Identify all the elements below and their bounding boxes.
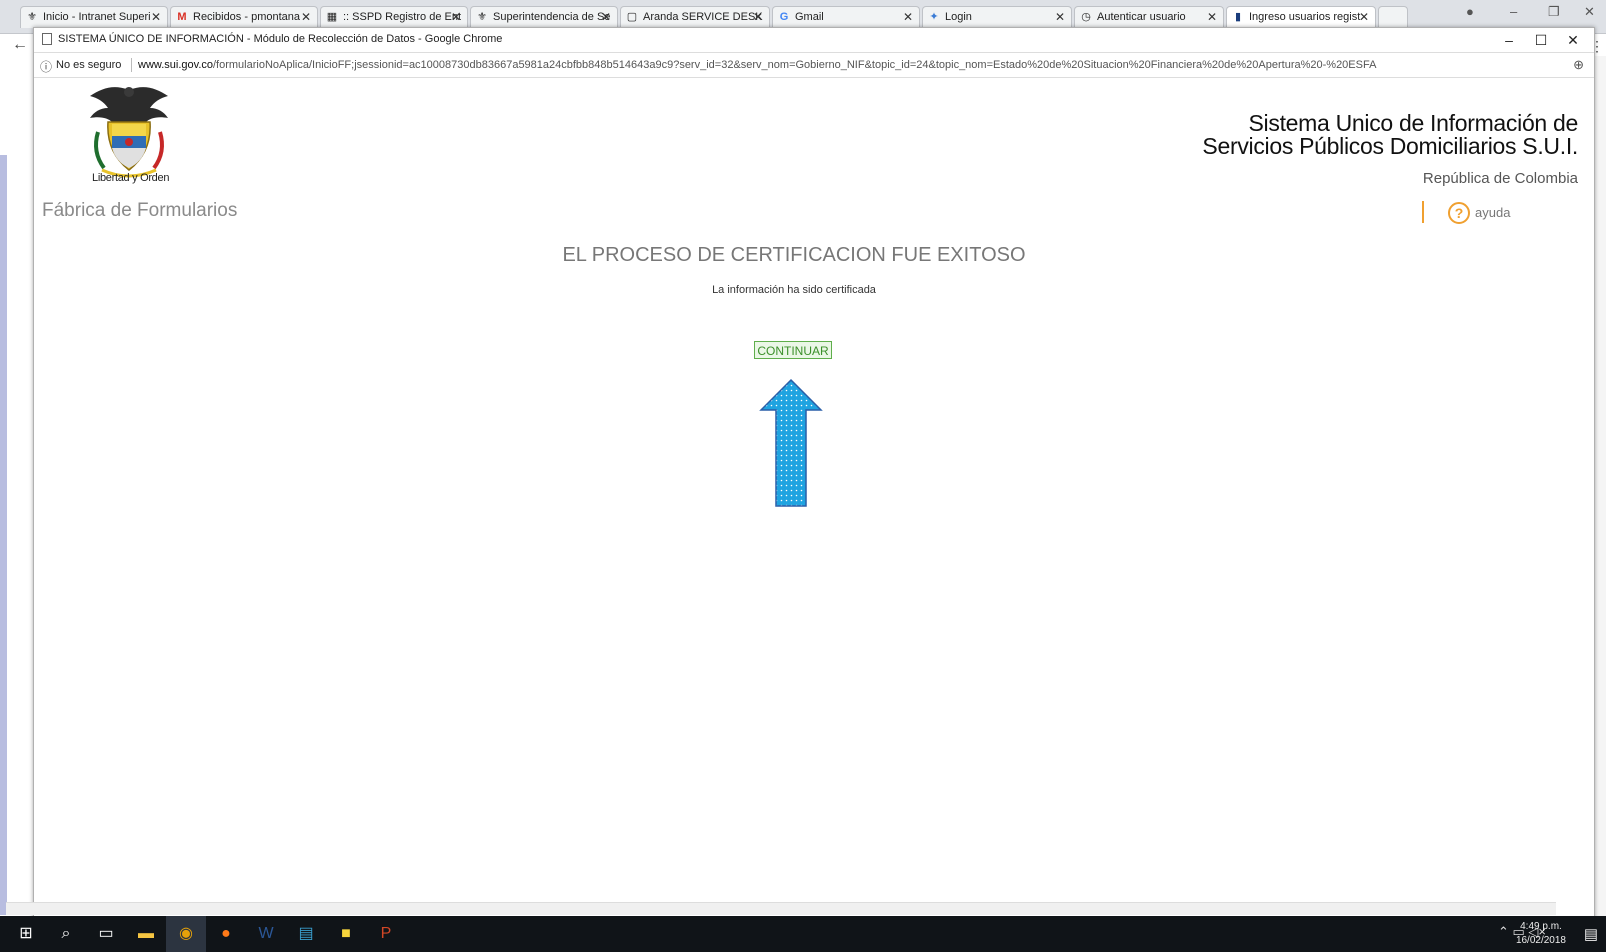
- login-icon: ✦: [929, 11, 939, 23]
- logo-caption: Libertad y Orden: [92, 172, 170, 184]
- clock-time: 4:49 p.m.: [1520, 921, 1562, 932]
- notifications-icon[interactable]: ▤: [1584, 925, 1598, 943]
- maximize-button[interactable]: ☐: [1526, 30, 1556, 50]
- close-icon[interactable]: ✕: [301, 10, 311, 24]
- header-title-line1: Sistema Unico de Información de: [1248, 110, 1579, 136]
- pointer-arrow-icon: [759, 378, 823, 507]
- url-path: /formularioNoAplica/InicioFF;jsessionid=…: [213, 59, 1377, 71]
- tab-aranda[interactable]: ▢ Aranda SERVICE DESK ✕: [620, 6, 770, 28]
- zoom-icon[interactable]: ⊕: [1573, 57, 1584, 73]
- help-link[interactable]: ayuda: [1475, 205, 1510, 220]
- minimize-button[interactable]: –: [1494, 30, 1524, 50]
- coat-of-arms-icon: ⚜: [477, 11, 487, 23]
- windows-start-icon[interactable]: ⊞: [6, 916, 46, 952]
- success-subtitle: La información ha sido certificada: [712, 284, 876, 296]
- clock-date: 16/02/2018: [1515, 935, 1566, 946]
- close-icon[interactable]: ✕: [1055, 10, 1065, 24]
- popup-titlebar: SISTEMA ÚNICO DE INFORMACIÓN - Módulo de…: [34, 28, 1594, 53]
- new-tab-button[interactable]: [1378, 6, 1408, 28]
- close-icon[interactable]: ✕: [1359, 10, 1369, 24]
- continue-button[interactable]: CONTINUAR: [754, 341, 832, 359]
- tab-label: Aranda SERVICE DESK: [643, 11, 763, 23]
- powerpoint-icon[interactable]: P: [366, 916, 406, 952]
- page-icon: ▮: [1234, 11, 1242, 23]
- chrome-icon[interactable]: ◉: [166, 916, 206, 952]
- app-icon[interactable]: ▤: [286, 916, 326, 952]
- sticky-notes-icon[interactable]: ■: [326, 916, 366, 952]
- header-title-line2: Servicios Públicos Domiciliarios S.U.I.: [1202, 133, 1578, 159]
- close-icon[interactable]: ✕: [151, 10, 161, 24]
- tab-superintendencia[interactable]: ⚜ Superintendencia de Se ✕: [470, 6, 618, 28]
- close-button[interactable]: ✕: [1558, 30, 1588, 50]
- close-icon[interactable]: ✕: [753, 10, 763, 24]
- restore-icon[interactable]: ❐: [1548, 4, 1560, 20]
- help-separator: [1422, 201, 1424, 223]
- tab-recibidos[interactable]: M Recibidos - pmontana ✕: [170, 6, 318, 28]
- tab-label: Ingreso usuarios regist: [1249, 11, 1361, 23]
- tab-login[interactable]: ✦ Login ✕: [922, 6, 1072, 28]
- back-arrow-icon[interactable]: ←: [12, 36, 28, 54]
- tab-gmail[interactable]: G Gmail ✕: [772, 6, 920, 28]
- background-page-strip: [0, 155, 7, 915]
- close-icon[interactable]: ✕: [903, 10, 913, 24]
- url-text[interactable]: www.sui.gov.co/formularioNoAplica/Inicio…: [138, 59, 1558, 71]
- tab-label: Inicio - Intranet Superi: [43, 11, 151, 23]
- minimize-icon[interactable]: –: [1510, 4, 1517, 19]
- horizontal-scrollbar[interactable]: [6, 902, 1556, 915]
- taskbar: ⊞ ⌕ ▭ ▬ ◉ ● W ▤ ■ P ⌃ ▭ ◁× 4:49 p.m. 16/…: [0, 916, 1606, 952]
- gmail-icon: M: [177, 11, 187, 23]
- task-view-icon[interactable]: ▭: [86, 916, 126, 952]
- success-title: EL PROCESO DE CERTIFICACION FUE EXITOSO: [562, 244, 1026, 266]
- clock-icon: ◷: [1081, 11, 1091, 23]
- google-icon: G: [779, 11, 789, 23]
- clock[interactable]: 4:49 p.m. 16/02/2018: [1516, 920, 1566, 948]
- page-icon: [42, 33, 52, 45]
- security-label[interactable]: No es seguro: [56, 59, 121, 71]
- page-icon: ▢: [626, 11, 638, 23]
- file-explorer-icon[interactable]: ▬: [126, 916, 166, 952]
- tab-ingreso-usuarios[interactable]: ▮ Ingreso usuarios regist ✕: [1226, 6, 1376, 28]
- grid-icon: ▦: [326, 11, 338, 23]
- tab-sspd[interactable]: ▦ :: SSPD Registro de Ent ✕: [320, 6, 468, 28]
- word-icon[interactable]: W: [246, 916, 286, 952]
- tab-label: Gmail: [795, 11, 824, 23]
- close-icon[interactable]: ✕: [1207, 10, 1217, 24]
- coat-of-arms-icon: ⚜: [27, 11, 37, 23]
- tab-label: Superintendencia de Se: [493, 11, 611, 23]
- address-bar[interactable]: ⓘ No es seguro www.sui.gov.co/formulario…: [34, 53, 1594, 78]
- url-host: www.sui.gov.co: [138, 59, 213, 71]
- firefox-icon[interactable]: ●: [206, 916, 246, 952]
- tab-intranet[interactable]: ⚜ Inicio - Intranet Superi ✕: [20, 6, 168, 28]
- search-icon[interactable]: ⌕: [46, 916, 86, 952]
- help-icon[interactable]: ?: [1448, 202, 1470, 224]
- close-icon[interactable]: ✕: [601, 10, 611, 24]
- site-header: Sistema Unico de Información de Servicio…: [1202, 110, 1579, 188]
- info-icon[interactable]: ⓘ: [40, 58, 52, 75]
- window-title: SISTEMA ÚNICO DE INFORMACIÓN - Módulo de…: [58, 33, 503, 45]
- tab-label: :: SSPD Registro de Ent: [343, 11, 461, 23]
- divider: [131, 58, 132, 72]
- profile-icon[interactable]: ●: [1466, 4, 1474, 19]
- close-window-icon[interactable]: ✕: [1584, 4, 1595, 20]
- tab-label: Autenticar usuario: [1097, 11, 1186, 23]
- popup-window: SISTEMA ÚNICO DE INFORMACIÓN - Módulo de…: [33, 27, 1595, 919]
- header-country: República de Colombia: [1422, 170, 1578, 187]
- page-content: Libertad y Orden Fábrica de Formularios …: [34, 78, 1594, 918]
- factory-title: Fábrica de Formularios: [42, 200, 238, 221]
- tab-autenticar[interactable]: ◷ Autenticar usuario ✕: [1074, 6, 1224, 28]
- close-icon[interactable]: ✕: [451, 10, 461, 24]
- tab-label: Login: [945, 11, 972, 23]
- tab-label: Recibidos - pmontana: [193, 11, 301, 23]
